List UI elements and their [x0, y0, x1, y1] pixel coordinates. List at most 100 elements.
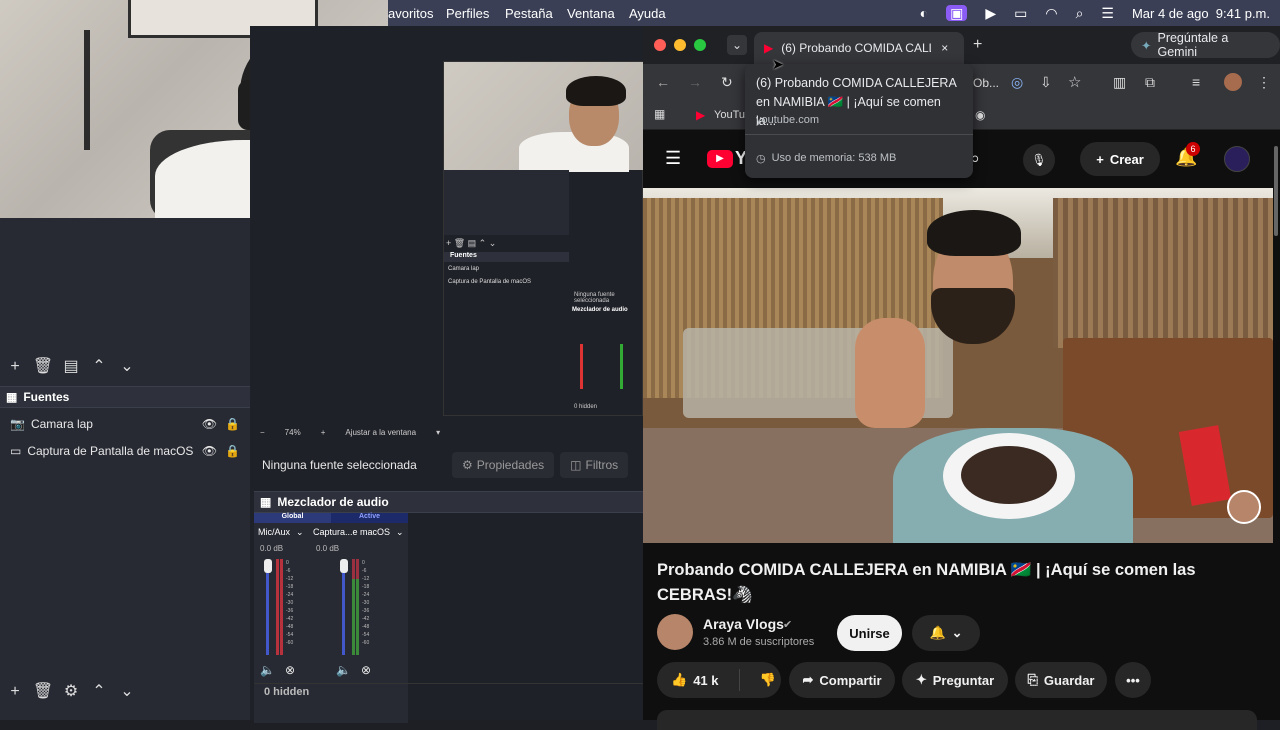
- volume-slider[interactable]: [340, 559, 348, 573]
- back-icon[interactable]: ←: [656, 74, 670, 90]
- close-tab-icon[interactable]: ×: [941, 41, 948, 55]
- speaker-icon[interactable]: 🔈: [336, 663, 351, 677]
- install-icon[interactable]: ⇩: [1040, 74, 1052, 91]
- lock-icon[interactable]: 🔒: [225, 444, 240, 458]
- ask-button[interactable]: ✦ Preguntar: [902, 662, 1008, 698]
- filters-button[interactable]: ◫ Filtros: [560, 452, 629, 478]
- chevron-down-icon[interactable]: ⌄: [396, 527, 404, 538]
- add-scene-button[interactable]: +: [4, 356, 26, 378]
- wifi-icon[interactable]: ◠: [1045, 6, 1057, 20]
- volume-slider[interactable]: [264, 559, 272, 573]
- subscriber-count: 3.86 M de suscriptores: [703, 636, 815, 648]
- mixer-tab-active[interactable]: Active: [331, 513, 408, 523]
- new-tab-button[interactable]: +: [973, 36, 982, 54]
- play-icon[interactable]: ▶: [985, 6, 996, 20]
- video-title: Probando COMIDA CALLEJERA en NAMIBIA 🇳🇦 …: [657, 561, 1196, 604]
- zoom-out-button[interactable]: −: [260, 428, 265, 437]
- description-box[interactable]: [657, 710, 1257, 730]
- eye-icon[interactable]: 👁: [202, 444, 217, 458]
- properties-button[interactable]: ⚙ Propiedades: [452, 452, 555, 478]
- ask-label: Preguntar: [932, 672, 995, 688]
- mixer-title: Mezclador de audio: [277, 495, 389, 509]
- remove-source-icon[interactable]: 🗑: [32, 681, 54, 703]
- thumbs-down-icon[interactable]: 👎: [760, 672, 776, 688]
- move-down-icon[interactable]: ⌄: [116, 356, 138, 378]
- close-window-button[interactable]: [654, 39, 666, 51]
- page-scrollbar[interactable]: [1274, 146, 1278, 236]
- puzzle-icon[interactable]: ⧉: [1145, 74, 1155, 91]
- share-button[interactable]: ➦ Compartir: [789, 662, 895, 698]
- menu-item-favoritos[interactable]: avoritos: [388, 6, 446, 21]
- like-count[interactable]: 41 k: [693, 673, 718, 688]
- notifications-toggle[interactable]: 🔔 ⌄: [912, 615, 980, 651]
- screen-share-icon[interactable]: ▣: [946, 5, 968, 21]
- chevron-down-icon[interactable]: ▾: [436, 428, 440, 437]
- menu-item-ayuda[interactable]: Ayuda: [629, 6, 666, 21]
- menubar-datetime[interactable]: Mar 4 de ago 9:41 p.m.: [1132, 6, 1270, 21]
- save-button[interactable]: ⎘ Guardar: [1015, 662, 1107, 698]
- account-avatar[interactable]: [1224, 146, 1250, 172]
- more-actions-button[interactable]: •••: [1115, 662, 1151, 698]
- thumbs-up-icon[interactable]: 👍: [671, 672, 687, 688]
- add-source-button[interactable]: +: [4, 681, 26, 703]
- join-button[interactable]: Unirse: [837, 615, 902, 651]
- eye-icon[interactable]: 👁: [202, 417, 217, 431]
- vpn-icon[interactable]: ◐: [920, 6, 928, 20]
- meter-tick: 0: [286, 560, 289, 566]
- source-item[interactable]: 📷 Camara lap 👁 🔒: [0, 410, 250, 437]
- remove-scene-icon[interactable]: 🗑: [32, 356, 54, 378]
- omnibox-text[interactable]: Ob...: [973, 76, 999, 90]
- speaker-icon[interactable]: 🔈: [260, 663, 275, 677]
- microphone-icon[interactable]: 🎙: [1023, 144, 1055, 176]
- tab-search-icon[interactable]: ⌄: [727, 35, 747, 55]
- channel-name: Mic/Aux: [258, 527, 291, 537]
- menu-item-perfiles[interactable]: Perfiles: [446, 6, 505, 21]
- bookmark-star-icon[interactable]: ☆: [1068, 73, 1081, 91]
- hamburger-menu-icon[interactable]: ☰: [665, 148, 681, 169]
- level-meter: [276, 559, 279, 655]
- source-settings-icon[interactable]: ⚙: [60, 681, 82, 703]
- source-item[interactable]: ▭ Captura de Pantalla de macOS 👁 🔒: [0, 437, 250, 464]
- channel-name[interactable]: Araya Vlogs: [703, 616, 784, 632]
- zoom-in-button[interactable]: +: [321, 428, 326, 437]
- monitor-off-icon[interactable]: ⊗: [285, 663, 295, 677]
- more-menu-icon[interactable]: ⋮: [1257, 74, 1271, 91]
- channel-db: 0.0 dB: [316, 544, 340, 553]
- apps-icon[interactable]: ▦: [654, 107, 665, 121]
- menu-item-pestana[interactable]: Pestaña: [505, 6, 567, 21]
- reload-icon[interactable]: ↻: [721, 74, 733, 91]
- bookmark-youtube[interactable]: YouTu: [714, 109, 745, 121]
- move-up-icon[interactable]: ⌃: [88, 681, 110, 703]
- lock-icon[interactable]: 🔒: [225, 417, 240, 431]
- channel-db: 0.0 dB: [260, 544, 284, 553]
- globe-icon[interactable]: ◉: [975, 108, 985, 122]
- scene-filter-icon[interactable]: ▤: [60, 356, 82, 378]
- fit-window-label[interactable]: Ajustar a la ventana: [345, 428, 416, 437]
- properties-label: Propiedades: [476, 458, 545, 472]
- chevron-down-icon[interactable]: ⌄: [296, 527, 304, 538]
- hidden-count[interactable]: 0 hidden: [264, 686, 309, 698]
- reading-list-icon[interactable]: ≡: [1192, 74, 1200, 90]
- tab-youtube[interactable]: ▶ (6) Probando COMIDA CALLE ×: [754, 32, 964, 64]
- move-down-icon[interactable]: ⌄: [116, 681, 138, 703]
- menu-item-ventana[interactable]: Ventana: [567, 6, 629, 21]
- gemini-button[interactable]: ✦ Pregúntale a Gemini: [1131, 31, 1280, 59]
- lens-icon[interactable]: ◎: [1011, 74, 1023, 91]
- forward-icon[interactable]: →: [688, 74, 702, 90]
- move-up-icon[interactable]: ⌃: [88, 356, 110, 378]
- extension-icon[interactable]: ▥: [1113, 74, 1126, 91]
- search-icon[interactable]: ⌕: [1076, 6, 1084, 20]
- create-button[interactable]: + Crear: [1080, 142, 1160, 176]
- monitor-off-icon[interactable]: ⊗: [361, 663, 371, 677]
- control-center-icon[interactable]: ☰: [1101, 6, 1114, 20]
- channel-avatar[interactable]: [657, 614, 693, 650]
- youtube-logo-icon[interactable]: ▶: [707, 150, 733, 168]
- channel-watermark[interactable]: [1227, 490, 1261, 524]
- profile-avatar[interactable]: [1224, 73, 1242, 91]
- battery-icon[interactable]: ▭: [1014, 6, 1027, 20]
- minimize-window-button[interactable]: [674, 39, 686, 51]
- level-meter: [280, 559, 283, 655]
- mixer-tab-global[interactable]: Global: [254, 513, 331, 523]
- maximize-window-button[interactable]: [694, 39, 706, 51]
- video-player[interactable]: [643, 188, 1273, 543]
